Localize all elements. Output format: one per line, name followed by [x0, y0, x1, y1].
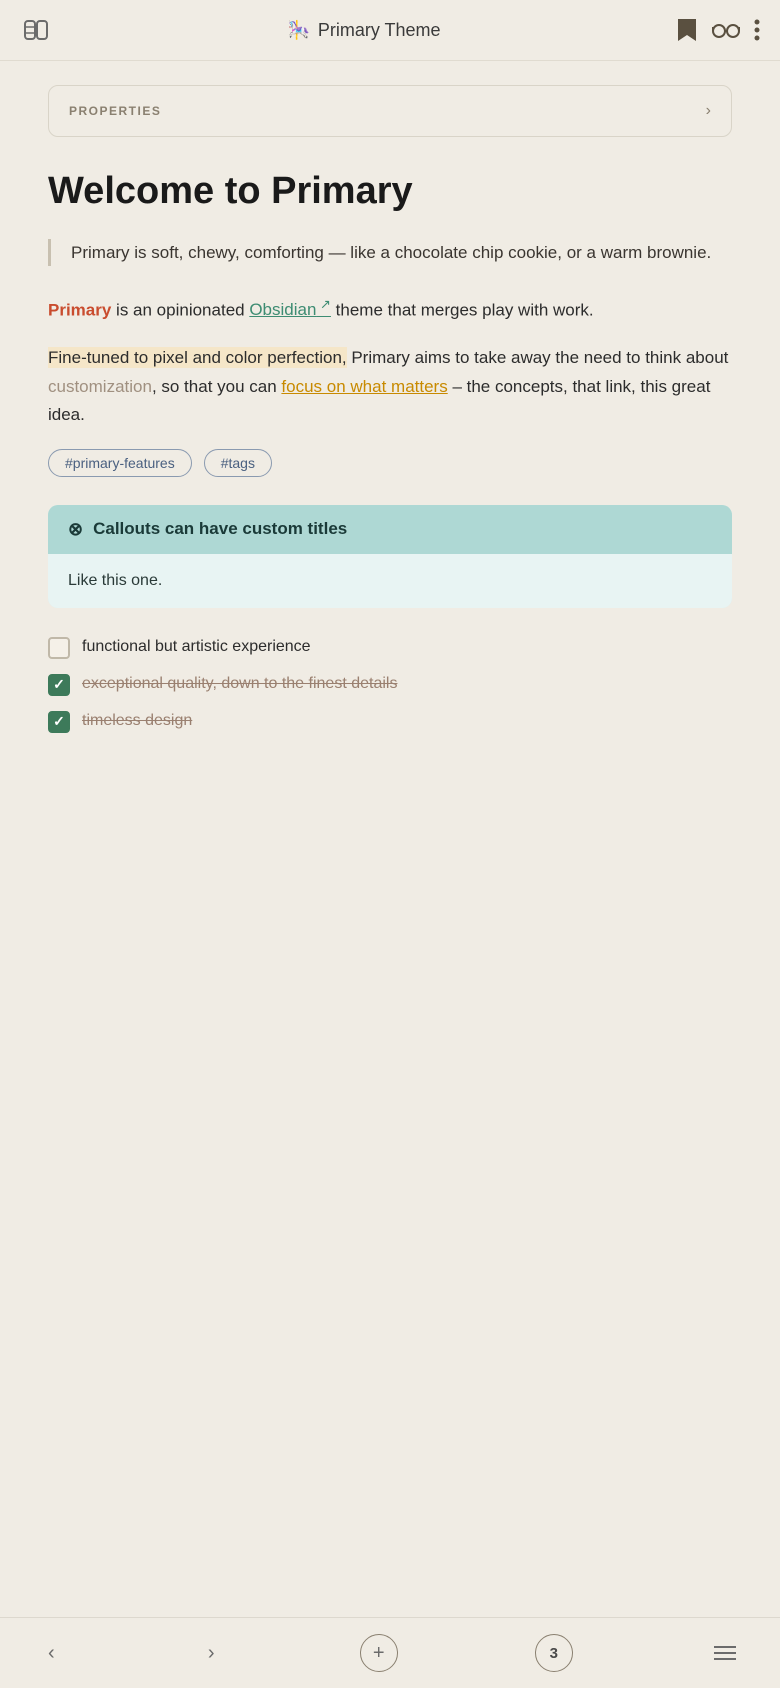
back-button[interactable]: ‹: [40, 1638, 63, 1669]
sidebar-toggle-button[interactable]: [20, 14, 52, 46]
checklist-item-0: functional but artistic experience: [48, 636, 732, 659]
header-title: Primary Theme: [318, 20, 441, 41]
callout-title: Callouts can have custom titles: [93, 519, 347, 539]
para2-pre-link: , so that you can: [152, 377, 281, 396]
callout-body: Like this one.: [48, 554, 732, 608]
checkbox-0[interactable]: [48, 637, 70, 659]
properties-bar[interactable]: PROPERTIES ›: [48, 85, 732, 137]
highlighted-text: Fine-tuned to pixel and color perfection…: [48, 347, 347, 368]
header-right: [676, 17, 760, 43]
bookmark-button[interactable]: [676, 17, 698, 43]
page-title: Welcome to Primary: [48, 169, 732, 215]
callout-icon: ⊗: [68, 519, 83, 540]
main-content: PROPERTIES › Welcome to Primary Primary …: [0, 61, 780, 1617]
page-number-button[interactable]: 3: [535, 1634, 573, 1672]
paragraph-2: Fine-tuned to pixel and color perfection…: [48, 344, 732, 428]
header-emoji: 🎠: [287, 20, 309, 41]
properties-chevron-icon: ›: [706, 102, 711, 120]
external-link-icon: ↗: [316, 297, 331, 312]
callout-block: ⊗ Callouts can have custom titles Like t…: [48, 505, 732, 608]
obsidian-link[interactable]: Obsidian ↗: [249, 300, 331, 319]
header-title-area: 🎠 Primary Theme: [287, 20, 440, 41]
checklist: functional but artistic experience excep…: [48, 636, 732, 733]
checklist-text-2: timeless design: [82, 710, 192, 732]
intro-blockquote: Primary is soft, chewy, comforting — lik…: [48, 239, 732, 266]
app-header: 🎠 Primary Theme: [0, 0, 780, 61]
para1-pre: is an opinionated: [111, 300, 249, 319]
paragraph-1: Primary is an opinionated Obsidian ↗ the…: [48, 294, 732, 325]
menu-line-1: [714, 1646, 736, 1648]
page-number: 3: [550, 1645, 558, 1662]
checkbox-1[interactable]: [48, 674, 70, 696]
focus-link[interactable]: focus on what matters: [281, 377, 447, 396]
more-options-button[interactable]: [754, 18, 760, 42]
callout-body-text: Like this one.: [68, 572, 162, 589]
para1-post: theme that merges play with work.: [331, 300, 594, 319]
checklist-item-1: exceptional quality, down to the finest …: [48, 673, 732, 696]
header-left: [20, 14, 52, 46]
checklist-text-1: exceptional quality, down to the finest …: [82, 673, 397, 695]
properties-label: PROPERTIES: [69, 104, 161, 118]
checklist-item-2: timeless design: [48, 710, 732, 733]
blockquote-text: Primary is soft, chewy, comforting — lik…: [71, 243, 711, 262]
para2-mid: Primary aims to take away the need to th…: [347, 348, 729, 367]
add-icon: +: [373, 1642, 385, 1665]
primary-brand-text: Primary: [48, 300, 111, 319]
tags-row: #primary-features #tags: [48, 449, 732, 477]
bottom-navigation: ‹ › + 3: [0, 1617, 780, 1688]
customization-muted-text: customization: [48, 377, 152, 396]
menu-line-3: [714, 1658, 736, 1660]
checklist-text-0: functional but artistic experience: [82, 636, 311, 658]
tag-tags[interactable]: #tags: [204, 449, 272, 477]
checkbox-2[interactable]: [48, 711, 70, 733]
menu-button[interactable]: [710, 1642, 740, 1664]
callout-header: ⊗ Callouts can have custom titles: [48, 505, 732, 554]
tag-primary-features[interactable]: #primary-features: [48, 449, 192, 477]
add-button[interactable]: +: [360, 1634, 398, 1672]
glasses-button[interactable]: [712, 21, 740, 39]
menu-line-2: [714, 1652, 736, 1654]
forward-button[interactable]: ›: [200, 1638, 223, 1669]
